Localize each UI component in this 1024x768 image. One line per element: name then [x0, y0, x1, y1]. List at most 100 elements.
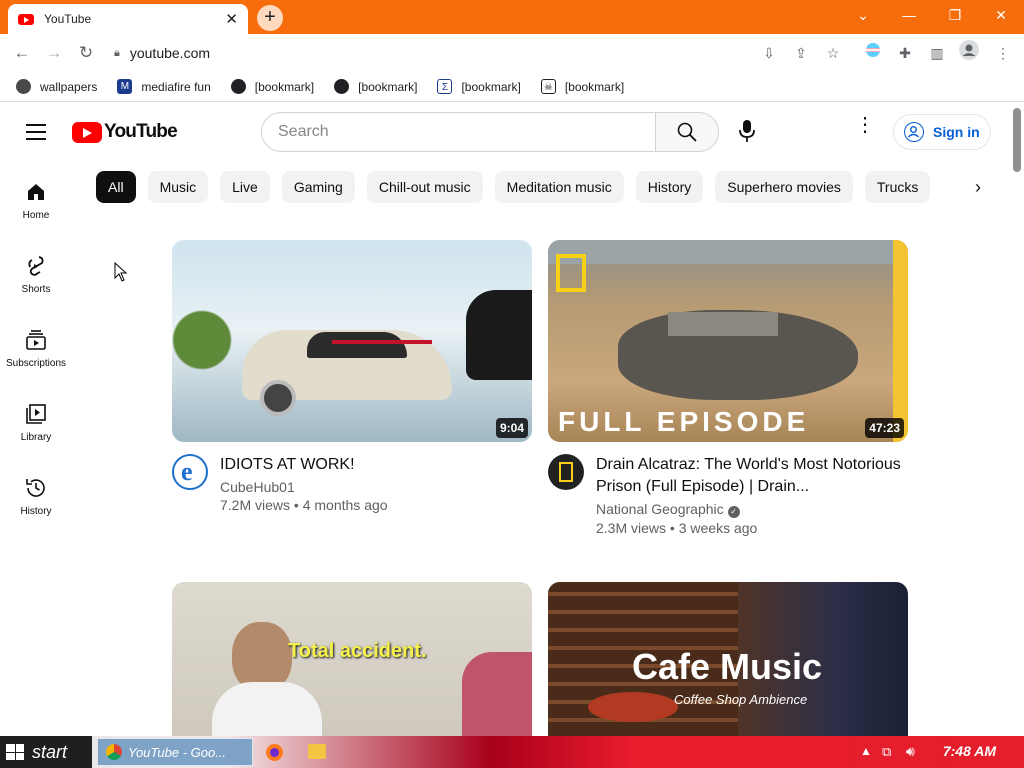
- bookmark-label: [bookmark]: [254, 79, 315, 94]
- sidebar-item-subscriptions[interactable]: Subscriptions: [0, 316, 72, 390]
- extensions-puzzle-icon[interactable]: ✚: [892, 40, 918, 66]
- video-card[interactable]: Cafe Music Coffee Shop Ambience: [548, 582, 908, 736]
- sidebar-item-label: History: [20, 506, 52, 517]
- search-button[interactable]: [655, 112, 719, 152]
- folder-icon[interactable]: [308, 744, 326, 759]
- bookmark-item[interactable]: Σ [bookmark]: [437, 79, 521, 94]
- video-duration: 47:23: [865, 418, 904, 438]
- chip-trucks[interactable]: Trucks: [864, 171, 931, 203]
- video-title[interactable]: IDIOTS AT WORK!: [220, 454, 388, 476]
- wallpaper-icon: [16, 79, 31, 94]
- chip-live[interactable]: Live: [220, 171, 270, 203]
- side-panel-icon[interactable]: ▥: [924, 40, 950, 66]
- taskbar-window-label: YouTube - Goo...: [128, 744, 227, 760]
- chip-history[interactable]: History: [635, 171, 704, 203]
- bookmark-label: [bookmark]: [358, 79, 418, 94]
- globe-icon: [230, 79, 246, 94]
- close-tab-icon[interactable]: ✕: [225, 10, 238, 28]
- search-icon: [677, 122, 697, 142]
- tray-arrow-icon[interactable]: ▲: [860, 744, 872, 758]
- sidebar-item-shorts[interactable]: Shorts: [0, 242, 72, 316]
- video-card[interactable]: 9:04 e IDIOTS AT WORK! CubeHub01 7.2M vi…: [172, 240, 532, 513]
- mouse-cursor-icon: [114, 262, 128, 282]
- bookmark-star-icon[interactable]: ☆: [820, 40, 846, 66]
- sidebar: Home Shorts Subscriptions Library Histor…: [0, 168, 72, 538]
- new-tab-button[interactable]: +: [257, 5, 283, 31]
- channel-avatar[interactable]: [548, 454, 584, 490]
- sidebar-item-label: Subscriptions: [5, 358, 67, 369]
- bookmark-item[interactable]: [bookmark]: [334, 79, 417, 94]
- profile-icon[interactable]: [956, 40, 982, 66]
- sigma-icon: Σ: [437, 79, 453, 94]
- chevron-right-icon[interactable]: ›: [966, 176, 990, 200]
- install-icon[interactable]: ⇩: [756, 40, 782, 66]
- video-thumbnail[interactable]: Cafe Music Coffee Shop Ambience: [548, 582, 908, 736]
- back-arrow-icon[interactable]: ←: [6, 37, 38, 69]
- chip-all[interactable]: All: [96, 171, 136, 203]
- extension-flag-icon[interactable]: [860, 40, 886, 66]
- video-duration: 9:04: [495, 418, 528, 438]
- tab-search-icon[interactable]: ⌄: [848, 4, 878, 26]
- lock-icon: 🔒︎: [114, 46, 120, 59]
- settings-dots-icon[interactable]: ⋮: [855, 115, 875, 135]
- video-thumbnail[interactable]: FULL EPISODE 47:23: [548, 240, 908, 442]
- sidebar-item-home[interactable]: Home: [0, 168, 72, 242]
- overlay-text: FULL EPISODE: [558, 406, 810, 437]
- volume-icon[interactable]: 🔊︎: [906, 743, 915, 760]
- browser-menu-icon[interactable]: ⋮: [990, 40, 1016, 66]
- reload-icon[interactable]: ↻: [70, 37, 102, 69]
- chip-meditation-music[interactable]: Meditation music: [494, 171, 624, 203]
- sidebar-item-history[interactable]: History: [0, 464, 72, 538]
- chip-superhero-movies[interactable]: Superhero movies: [715, 171, 853, 203]
- youtube-favicon-icon: [18, 13, 34, 25]
- video-card[interactable]: FULL EPISODE 47:23 Drain Alcatraz: The W…: [548, 240, 908, 536]
- bookmark-item[interactable]: ☠ [bookmark]: [540, 79, 624, 94]
- minimize-button[interactable]: —: [894, 4, 924, 26]
- chip-music[interactable]: Music: [147, 171, 209, 203]
- bookmark-item[interactable]: [bookmark]: [230, 79, 315, 94]
- bookmark-item[interactable]: M mediafire fun: [117, 79, 211, 94]
- windows-logo-icon: [6, 744, 24, 760]
- youtube-logo[interactable]: YouTube: [72, 121, 178, 143]
- channel-name[interactable]: National Geographic ✓: [596, 501, 908, 518]
- search-input[interactable]: Search: [261, 112, 656, 152]
- channel-avatar[interactable]: e: [172, 454, 208, 490]
- bookmark-label: wallpapers: [40, 79, 98, 94]
- subscriptions-icon: [26, 330, 46, 350]
- video-thumbnail[interactable]: Total accident.: [172, 582, 532, 736]
- video-thumbnail[interactable]: 9:04: [172, 240, 532, 442]
- mediafire-icon: M: [117, 79, 133, 94]
- menu-hamburger-icon[interactable]: [26, 124, 46, 145]
- video-title[interactable]: Drain Alcatraz: The World's Most Notorio…: [596, 454, 908, 498]
- ie-logo-icon: e: [181, 457, 193, 486]
- video-card[interactable]: Total accident.: [172, 582, 532, 736]
- system-clock: 7:48 AM: [942, 743, 996, 759]
- share-icon[interactable]: ⇪: [788, 40, 814, 66]
- microphone-icon[interactable]: [735, 118, 759, 144]
- shorts-icon: [28, 256, 44, 276]
- upload-age: 4 months ago: [302, 497, 388, 513]
- restore-button[interactable]: ❐: [940, 4, 970, 26]
- sign-in-button[interactable]: Sign in: [893, 114, 991, 150]
- start-label: start: [32, 741, 68, 762]
- browser-tab[interactable]: YouTube ✕: [8, 4, 248, 34]
- video-stats: 7.2M views • 4 months ago: [220, 497, 388, 513]
- browser-tab-strip: YouTube ✕ + ⌄ — ❐ ✕: [0, 0, 1024, 34]
- address-bar[interactable]: 🔒︎ youtube.com: [108, 38, 848, 68]
- close-window-button[interactable]: ✕: [986, 4, 1016, 26]
- start-button[interactable]: start: [0, 736, 92, 768]
- channel-name[interactable]: CubeHub01: [220, 479, 388, 495]
- page-scrollbar[interactable]: [1010, 104, 1024, 736]
- sidebar-item-label: Library: [20, 432, 52, 443]
- history-icon: [26, 479, 45, 497]
- taskbar-chrome-window[interactable]: YouTube - Goo...: [97, 738, 253, 766]
- bookmark-item[interactable]: wallpapers: [16, 79, 97, 94]
- network-icon[interactable]: ⧉: [882, 744, 891, 760]
- firefox-icon[interactable]: [266, 744, 283, 761]
- sidebar-item-library[interactable]: Library: [0, 390, 72, 464]
- chip-gaming[interactable]: Gaming: [281, 171, 355, 203]
- video-stats: 2.3M views • 3 weeks ago: [596, 520, 758, 536]
- scrollbar-thumb[interactable]: [1013, 108, 1021, 172]
- chip-chill-out-music[interactable]: Chill-out music: [366, 171, 483, 203]
- forward-arrow-icon[interactable]: →: [38, 37, 70, 69]
